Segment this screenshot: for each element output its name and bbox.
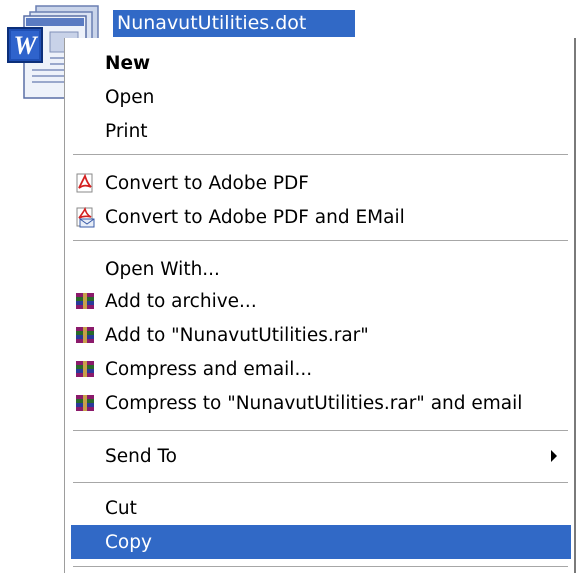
adobe-pdf-email-icon (76, 206, 95, 228)
menu-separator (73, 566, 568, 567)
desktop: W NunavutUtilities.dot New Open Print Co… (0, 0, 578, 573)
menu-item-label: Copy (105, 531, 152, 553)
menu-item-convert-pdf[interactable]: Convert to Adobe PDF (71, 166, 571, 200)
file-name-label[interactable]: NunavutUtilities.dot (113, 10, 355, 37)
menu-separator (73, 240, 568, 241)
menu-item-send-to[interactable]: Send To (71, 439, 571, 473)
menu-item-copy[interactable]: Copy (71, 525, 571, 559)
menu-item-label: Print (105, 120, 148, 142)
winrar-icon (76, 361, 94, 377)
winrar-icon (76, 293, 94, 309)
context-menu: New Open Print Convert to Adobe PDF Conv… (64, 38, 576, 573)
submenu-arrow-icon (551, 450, 557, 462)
winrar-icon (76, 395, 94, 411)
menu-separator (73, 154, 568, 155)
menu-item-open[interactable]: Open (71, 80, 571, 114)
winrar-icon (76, 327, 94, 343)
word-icon-letter: W (13, 31, 38, 60)
adobe-pdf-icon (76, 173, 93, 193)
menu-item-add-rar[interactable]: Add to "NunavutUtilities.rar" (71, 318, 571, 352)
menu-item-label: Convert to Adobe PDF (105, 172, 309, 194)
menu-item-label: Open With... (105, 258, 220, 280)
menu-item-label: New (105, 52, 151, 74)
menu-item-convert-pdf-email[interactable]: Convert to Adobe PDF and EMail (71, 200, 571, 234)
menu-item-label: Add to archive... (105, 290, 257, 312)
menu-item-label: Compress and email... (105, 358, 313, 380)
menu-item-cut[interactable]: Cut (71, 491, 571, 525)
menu-item-print[interactable]: Print (71, 114, 571, 148)
menu-separator (73, 482, 568, 483)
menu-item-label: Add to "NunavutUtilities.rar" (105, 324, 369, 346)
menu-item-compress-rar-email[interactable]: Compress to "NunavutUtilities.rar" and e… (71, 386, 571, 420)
menu-separator (73, 430, 568, 431)
menu-item-label: Convert to Adobe PDF and EMail (105, 206, 405, 228)
menu-item-label: Open (105, 86, 155, 108)
menu-item-label: Send To (105, 445, 177, 467)
menu-item-new[interactable]: New (71, 46, 571, 80)
menu-item-compress-email[interactable]: Compress and email... (71, 352, 571, 386)
menu-item-open-with[interactable]: Open With... (71, 252, 571, 286)
menu-item-add-archive[interactable]: Add to archive... (71, 284, 571, 318)
menu-item-label: Cut (105, 497, 137, 519)
menu-item-label: Compress to "NunavutUtilities.rar" and e… (105, 392, 523, 414)
